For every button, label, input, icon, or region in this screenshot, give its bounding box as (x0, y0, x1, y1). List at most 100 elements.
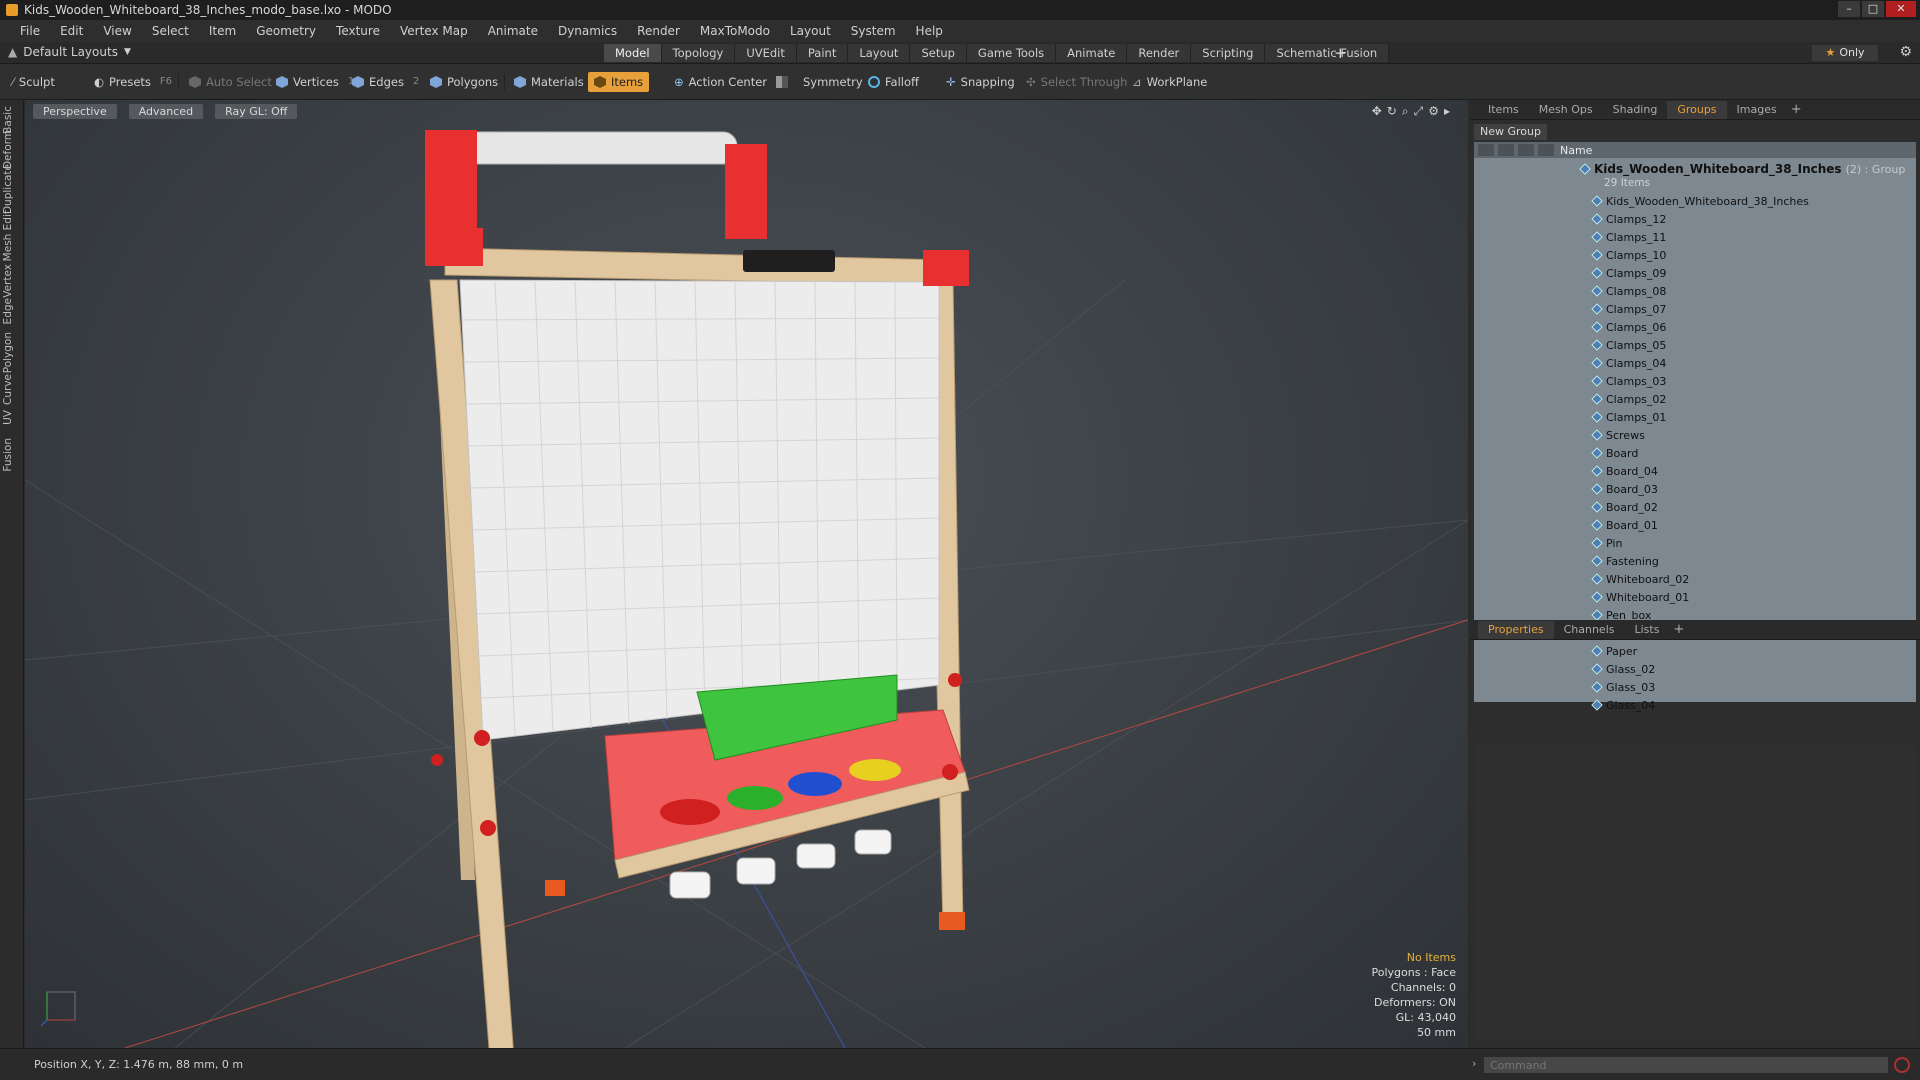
menu-layout[interactable]: Layout (780, 24, 841, 38)
left-tab-polygon[interactable]: Polygon (2, 332, 20, 373)
menu-geometry[interactable]: Geometry (246, 24, 326, 38)
sculpt-button[interactable]: ⁄ Sculpt (6, 72, 61, 92)
polygons-button[interactable]: Polygons (424, 72, 504, 92)
props-tab-lists[interactable]: Lists (1625, 621, 1670, 639)
gear-icon[interactable]: ⚙ (1899, 44, 1912, 60)
tree-item-row[interactable]: Kids_Wooden_Whiteboard_38_Inches (1474, 192, 1916, 210)
panel-tab-mesh-ops[interactable]: Mesh Ops (1529, 101, 1603, 119)
tree-item-row[interactable]: Clamps_12 (1474, 210, 1916, 228)
tab-layout[interactable]: Layout (848, 44, 911, 62)
tab-render[interactable]: Render (1127, 44, 1192, 62)
tree-item-row[interactable]: Clamps_09 (1474, 264, 1916, 282)
advanced-button[interactable]: Advanced (128, 104, 204, 119)
tree-item-row[interactable]: Board_01 (1474, 516, 1916, 534)
add-tab-icon[interactable]: + (1673, 622, 1684, 637)
tab-topology[interactable]: Topology (661, 44, 736, 62)
tree-item-row[interactable]: Whiteboard_01 (1474, 588, 1916, 606)
tree-item-row[interactable]: Clamps_07 (1474, 300, 1916, 318)
tree-item-row[interactable]: Paper (1474, 642, 1916, 660)
menu-help[interactable]: Help (906, 24, 953, 38)
menu-vertex-map[interactable]: Vertex Map (390, 24, 478, 38)
command-input[interactable] (1484, 1057, 1888, 1073)
menu-view[interactable]: View (93, 24, 141, 38)
tree-item-row[interactable]: Clamps_11 (1474, 228, 1916, 246)
layout-dropdown[interactable]: ▲ Default Layouts ▼ (8, 45, 131, 59)
tree-item-row[interactable]: Whiteboard_02 (1474, 570, 1916, 588)
tree-item-row[interactable]: Clamps_04 (1474, 354, 1916, 372)
left-tab-edge[interactable]: Edge (2, 298, 20, 324)
tree-item-row[interactable]: Board_04 (1474, 462, 1916, 480)
tree-item-row[interactable]: Pin (1474, 534, 1916, 552)
tab-model[interactable]: Model (604, 44, 662, 62)
edges-button[interactable]: Edges 2 (346, 72, 425, 92)
raygl-button[interactable]: Ray GL: Off (215, 104, 298, 119)
panel-tab-shading[interactable]: Shading (1603, 101, 1668, 119)
left-tab-fusion[interactable]: Fusion (2, 438, 20, 472)
tree-item-row[interactable]: Board_02 (1474, 498, 1916, 516)
menu-edit[interactable]: Edit (50, 24, 93, 38)
render-icon[interactable] (1518, 144, 1534, 156)
props-tab-properties[interactable]: Properties (1478, 620, 1554, 639)
tab-paint[interactable]: Paint (796, 44, 849, 62)
menu-item[interactable]: Item (199, 24, 246, 38)
select-through-button[interactable]: ✣ Select Through (1020, 72, 1133, 92)
minimize-button[interactable]: – (1838, 1, 1860, 17)
panel-tab-groups[interactable]: Groups (1667, 100, 1727, 119)
left-tab-duplicate[interactable]: Duplicate (2, 164, 20, 214)
tab-schematic-fusion[interactable]: Schematic Fusion (1265, 44, 1390, 62)
perspective-button[interactable]: Perspective (33, 104, 117, 119)
left-tab-vertex[interactable]: Vertex (2, 264, 20, 298)
tree-item-row[interactable]: Clamps_06 (1474, 318, 1916, 336)
menu-maxtomodo[interactable]: MaxToModo (690, 24, 780, 38)
left-tab-mesh-edit[interactable]: Mesh Edit (2, 210, 20, 261)
tab-setup[interactable]: Setup (910, 44, 967, 62)
auto-select-button[interactable]: Auto Select (183, 72, 278, 92)
tree-item-row[interactable]: Clamps_05 (1474, 336, 1916, 354)
tab-animate[interactable]: Animate (1056, 44, 1128, 62)
tree-item-row[interactable]: Board (1474, 444, 1916, 462)
left-tab-curve[interactable]: Curve (2, 374, 20, 405)
3d-viewport[interactable]: Perspective Advanced Ray GL: Off ✥ ↻ ⌕ ⤢… (25, 100, 1468, 1048)
command-clear-icon[interactable] (1894, 1057, 1910, 1073)
tree-item-row[interactable]: Clamps_08 (1474, 282, 1916, 300)
menu-dynamics[interactable]: Dynamics (548, 24, 627, 38)
menu-texture[interactable]: Texture (326, 24, 390, 38)
items-button[interactable]: Items (588, 72, 650, 92)
tree-item-row[interactable]: Glass_03 (1474, 678, 1916, 696)
tree-item-row[interactable]: Glass_04 (1474, 696, 1916, 714)
materials-button[interactable]: Materials (508, 72, 590, 92)
lock-icon[interactable] (1498, 144, 1514, 156)
tab-uvedit[interactable]: UVEdit (735, 44, 797, 62)
tree-item-row[interactable]: Glass_02 (1474, 660, 1916, 678)
tab-game-tools[interactable]: Game Tools (966, 44, 1057, 62)
tree-item-row[interactable]: Board_03 (1474, 480, 1916, 498)
new-group-button[interactable]: New Group (1474, 124, 1547, 140)
select-icon[interactable] (1538, 144, 1554, 156)
tree-item-row[interactable]: Fastening (1474, 552, 1916, 570)
menu-system[interactable]: System (841, 24, 906, 38)
fit-icon[interactable]: ⤢ (1414, 104, 1424, 119)
add-tab-icon[interactable]: + (1791, 102, 1802, 117)
workplane-button[interactable]: ⊿ WorkPlane (1126, 72, 1213, 92)
props-tab-channels[interactable]: Channels (1554, 621, 1625, 639)
settings-icon[interactable]: ⚙ (1428, 104, 1439, 119)
tree-item-row[interactable]: Clamps_01 (1474, 408, 1916, 426)
name-column-header[interactable]: Name (1560, 144, 1592, 157)
panel-tab-items[interactable]: Items (1478, 101, 1529, 119)
action-center-button[interactable]: ⊕ Action Center (668, 72, 773, 92)
left-tab-uv[interactable]: UV (2, 410, 20, 425)
menu-animate[interactable]: Animate (478, 24, 548, 38)
tree-item-row[interactable]: Clamps_03 (1474, 372, 1916, 390)
maximize-button[interactable]: □ (1862, 1, 1884, 17)
add-tab-button[interactable]: + (1334, 44, 1347, 62)
zoom-icon[interactable]: ⌕ (1402, 104, 1409, 119)
menu-render[interactable]: Render (627, 24, 690, 38)
tree-item-row[interactable]: Screws (1474, 426, 1916, 444)
presets-button[interactable]: ◐ Presets F6 (88, 72, 178, 92)
tab-scripting[interactable]: Scripting (1191, 44, 1266, 62)
expand-arrow-icon[interactable]: ▸ (1444, 104, 1450, 119)
only-button[interactable]: ★ Only (1812, 45, 1878, 61)
falloff-button[interactable]: Falloff (862, 72, 925, 92)
pan-icon[interactable]: ✥ (1372, 104, 1382, 119)
symmetry-button[interactable]: Symmetry (770, 72, 869, 92)
